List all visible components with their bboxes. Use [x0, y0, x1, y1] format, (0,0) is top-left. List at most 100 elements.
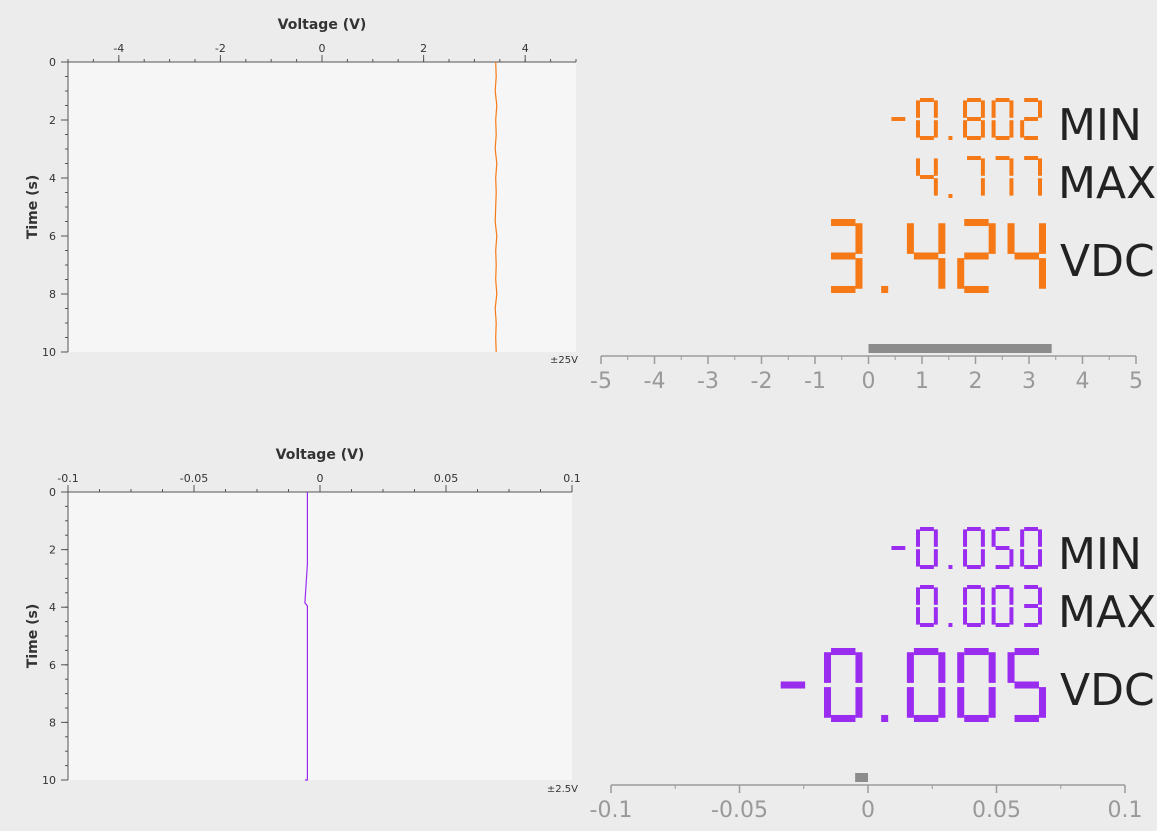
- x-tick-label: 4: [522, 42, 529, 55]
- lcd-segment: [933, 607, 938, 625]
- scale-label: -5: [590, 369, 612, 394]
- lcd-segment: [1009, 607, 1014, 625]
- min-readout-text: -0.802: [1039, 139, 1043, 141]
- lcd-segment: [1024, 156, 1039, 160]
- lcd-segment: [913, 714, 939, 722]
- lcd-segment: [916, 607, 920, 625]
- scale-label: -2: [751, 369, 773, 394]
- lcd-segment: [988, 223, 996, 254]
- x-tick-label: 0: [317, 472, 324, 485]
- lcd-segment: [855, 652, 863, 683]
- lcd-segment: [964, 648, 989, 656]
- lcd-segment: [980, 100, 985, 118]
- min-readout: -0.802: [891, 98, 1043, 141]
- lcd-segment: [933, 158, 938, 176]
- lcd-segment: [916, 158, 920, 176]
- scale-label: 1: [915, 369, 929, 394]
- lcd-segment: [1038, 100, 1042, 118]
- lcd-segment: [916, 549, 920, 567]
- range-label[interactable]: ±2.5V: [547, 784, 578, 795]
- lcd-segment: [957, 258, 965, 289]
- lcd-segment: [938, 652, 946, 683]
- lcd-segment: [1024, 527, 1039, 531]
- lcd-segment: [1007, 652, 1015, 683]
- value-readout: 3.424: [831, 219, 1046, 293]
- scale-label: -3: [697, 369, 719, 394]
- lcd-segment: [980, 120, 985, 138]
- lcd-segment: [964, 714, 989, 722]
- lcd-segment: [991, 587, 996, 605]
- y-tick-label: 4: [49, 172, 56, 185]
- channel1-panel: -4 -2 0 2 4 0 2 4 6 8 10 Voltage (V) Time (s) ±25V -5-…: [0, 0, 1157, 415]
- plot-area: [68, 492, 572, 780]
- lcd-segment: [991, 607, 996, 625]
- x-tick-label: 0.05: [434, 472, 459, 485]
- lcd-segment: [1020, 549, 1025, 567]
- lcd-segment: [1014, 681, 1039, 689]
- lcd-segment: [831, 285, 856, 293]
- lcd-segment: [1009, 158, 1014, 176]
- lcd-segment: [906, 223, 914, 254]
- lcd-segment: [1038, 607, 1042, 625]
- lcd-segment: [1024, 98, 1039, 102]
- level-bar: [868, 344, 1052, 353]
- lcd-segment: [1038, 587, 1042, 605]
- min-label: MIN: [1058, 529, 1142, 580]
- lcd-segment: [963, 587, 968, 605]
- scale-label: 4: [1076, 369, 1090, 394]
- y-tick-label: 2: [49, 114, 56, 127]
- lcd-segment: [933, 100, 938, 118]
- lcd-segment: [919, 623, 934, 627]
- min-readout: -0.050: [891, 527, 1043, 570]
- lcd-segment: [995, 565, 1010, 569]
- lcd-segment: [938, 223, 946, 254]
- lcd-segment: [913, 648, 939, 656]
- lcd-segment: [1024, 117, 1039, 121]
- level-bar: [855, 773, 868, 782]
- lcd-segment: [891, 546, 906, 550]
- y-axis-title: Time (s): [25, 604, 41, 668]
- scale-label: -0.1: [590, 798, 633, 823]
- lcd-segment: [1020, 120, 1025, 138]
- scale-label: 0: [862, 369, 876, 394]
- lcd-segment: [855, 258, 863, 289]
- lcd-segment: [1009, 549, 1014, 567]
- unit-label: VDC: [1060, 236, 1155, 287]
- range-label[interactable]: ±25V: [550, 355, 578, 366]
- lcd-segment: [1009, 178, 1014, 196]
- lcd-segment: [980, 178, 985, 196]
- max-readout: 0.003: [916, 585, 1042, 628]
- lcd-segment: [780, 681, 806, 689]
- max-readout-text: 0.003: [1039, 626, 1042, 628]
- lcd-segment: [824, 687, 832, 718]
- lcd-segment: [980, 587, 985, 605]
- lcd-segment: [831, 714, 856, 722]
- scale-label: 0: [861, 798, 875, 823]
- lcd-segment: [933, 529, 938, 547]
- lcd-segment: [1020, 529, 1025, 547]
- lcd-dot: [948, 194, 953, 198]
- lcd-segment: [1014, 714, 1039, 722]
- lcd-segment: [967, 156, 981, 160]
- channel2-display: -0.1 -0.05 0 0.05 0.10246810Voltage (V)Time …: [25, 447, 1156, 823]
- lcd-segment: [933, 120, 938, 138]
- min-readout-text: -0.050: [1039, 568, 1043, 570]
- lcd-segment: [963, 549, 968, 567]
- lcd-segment: [988, 687, 996, 718]
- lcd-segment: [1038, 178, 1042, 196]
- x-tick-label: -2: [215, 42, 226, 55]
- lcd-segment: [964, 285, 989, 293]
- scale-label: 2: [969, 369, 983, 394]
- max-readout-text: 4.777: [1039, 197, 1042, 199]
- lcd-segment: [916, 529, 920, 547]
- lcd-segment: [980, 158, 985, 176]
- y-tick-label: 2: [49, 544, 56, 557]
- lcd-dot: [948, 565, 953, 569]
- lcd-segment: [991, 529, 996, 547]
- lcd-segment: [1038, 223, 1046, 254]
- lcd-segment: [831, 648, 856, 656]
- lcd-segment: [1024, 623, 1039, 627]
- value-readout: -0.005: [780, 648, 1046, 722]
- max-label: MAX: [1058, 158, 1156, 209]
- lcd-segment: [1038, 158, 1042, 176]
